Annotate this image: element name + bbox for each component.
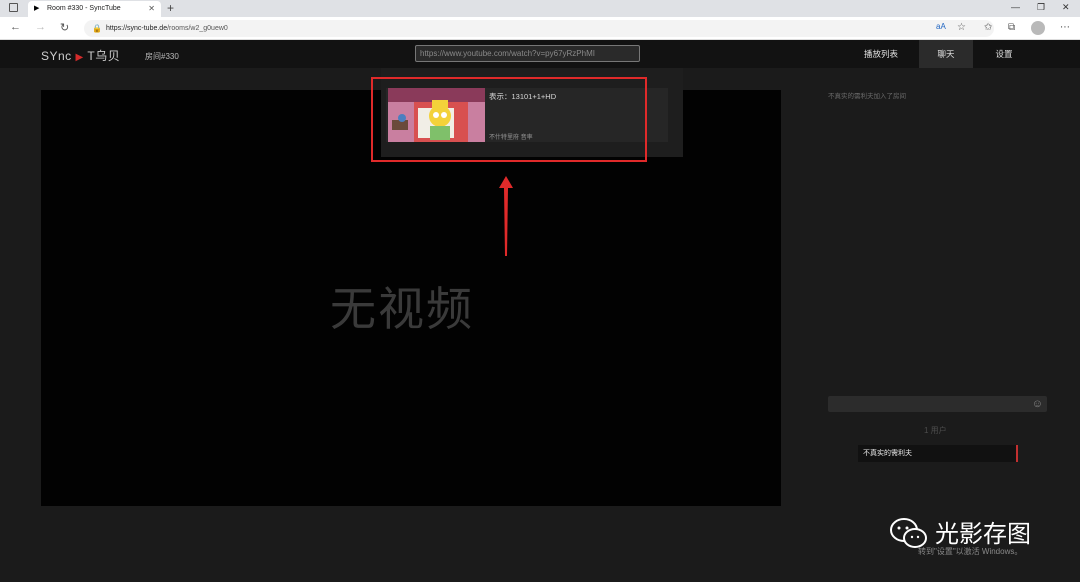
play-icon: ▶	[34, 5, 40, 12]
favorites-icon[interactable]: ✩	[984, 22, 992, 33]
user-list-item[interactable]: 不真实的需利夫	[858, 445, 1018, 462]
close-tab-icon[interactable]: ✕	[148, 4, 155, 13]
browser-tabstrip: ▶ Room #330 - SyncTube ✕ + — ❐ ✕	[0, 0, 1080, 17]
watermark-brand: 光影存图	[935, 520, 1031, 548]
profile-avatar[interactable]	[1031, 21, 1045, 35]
collections-icon[interactable]: ⧉	[1008, 22, 1015, 33]
synctube-logo[interactable]: SYnc ▶ T乌贝	[41, 47, 120, 64]
tab-actions-icon[interactable]	[9, 3, 18, 12]
app-header: SYnc ▶ T乌贝 房间#330 https://www.youtube.co…	[0, 40, 1080, 68]
url-path: /rooms/w2_g0uew0	[167, 25, 228, 32]
minimize-icon[interactable]: —	[1011, 2, 1020, 12]
tab-settings[interactable]: 设置	[980, 40, 1028, 68]
chat-join-message: 不真实的需利夫加入了房间	[828, 93, 906, 100]
lock-icon: 🔒	[92, 24, 102, 33]
address-input[interactable]: 🔒 https://sync-tube.de/rooms/w2_g0uew0	[84, 20, 994, 37]
forward-icon[interactable]: →	[35, 21, 46, 33]
windows-activation-notice: 转到"设置"以激活 Windows。	[918, 547, 1023, 556]
refresh-icon[interactable]: ↻	[60, 21, 69, 34]
favorite-star-icon[interactable]: ☆	[957, 22, 966, 33]
logo-right: T乌贝	[87, 49, 121, 63]
more-icon[interactable]: ⋯	[1060, 22, 1070, 33]
maximize-icon[interactable]: ❐	[1037, 2, 1045, 13]
new-tab-button[interactable]: +	[167, 1, 174, 15]
user-count: 1 用户	[924, 426, 947, 435]
highlight-box	[371, 77, 647, 162]
tab-title: Room #330 - SyncTube	[47, 5, 121, 12]
read-aloud-icon[interactable]: aA	[936, 22, 946, 31]
annotation-arrow-icon	[499, 176, 513, 256]
video-url-input[interactable]: https://www.youtube.com/watch?v=py67yRzP…	[415, 45, 640, 62]
address-bar-row: ← → ↻ 🔒 https://sync-tube.de/rooms/w2_g0…	[0, 17, 1080, 40]
no-video-label: 无视频	[330, 282, 474, 336]
chat-input[interactable]: ☺	[828, 396, 1047, 412]
back-icon[interactable]: ←	[10, 21, 21, 33]
tab-chat[interactable]: 聊天	[919, 40, 973, 68]
tab-playlist[interactable]: 播放列表	[852, 40, 910, 68]
logo-left: SYnc	[41, 49, 72, 63]
browser-tab[interactable]: ▶ Room #330 - SyncTube ✕	[28, 1, 161, 17]
room-label: 房间#330	[145, 52, 179, 61]
logo-play-icon: ▶	[75, 52, 84, 63]
url-host: https://sync-tube.de	[106, 25, 168, 32]
window-close-icon[interactable]: ✕	[1062, 2, 1070, 13]
emoji-icon[interactable]: ☺	[1032, 398, 1043, 410]
